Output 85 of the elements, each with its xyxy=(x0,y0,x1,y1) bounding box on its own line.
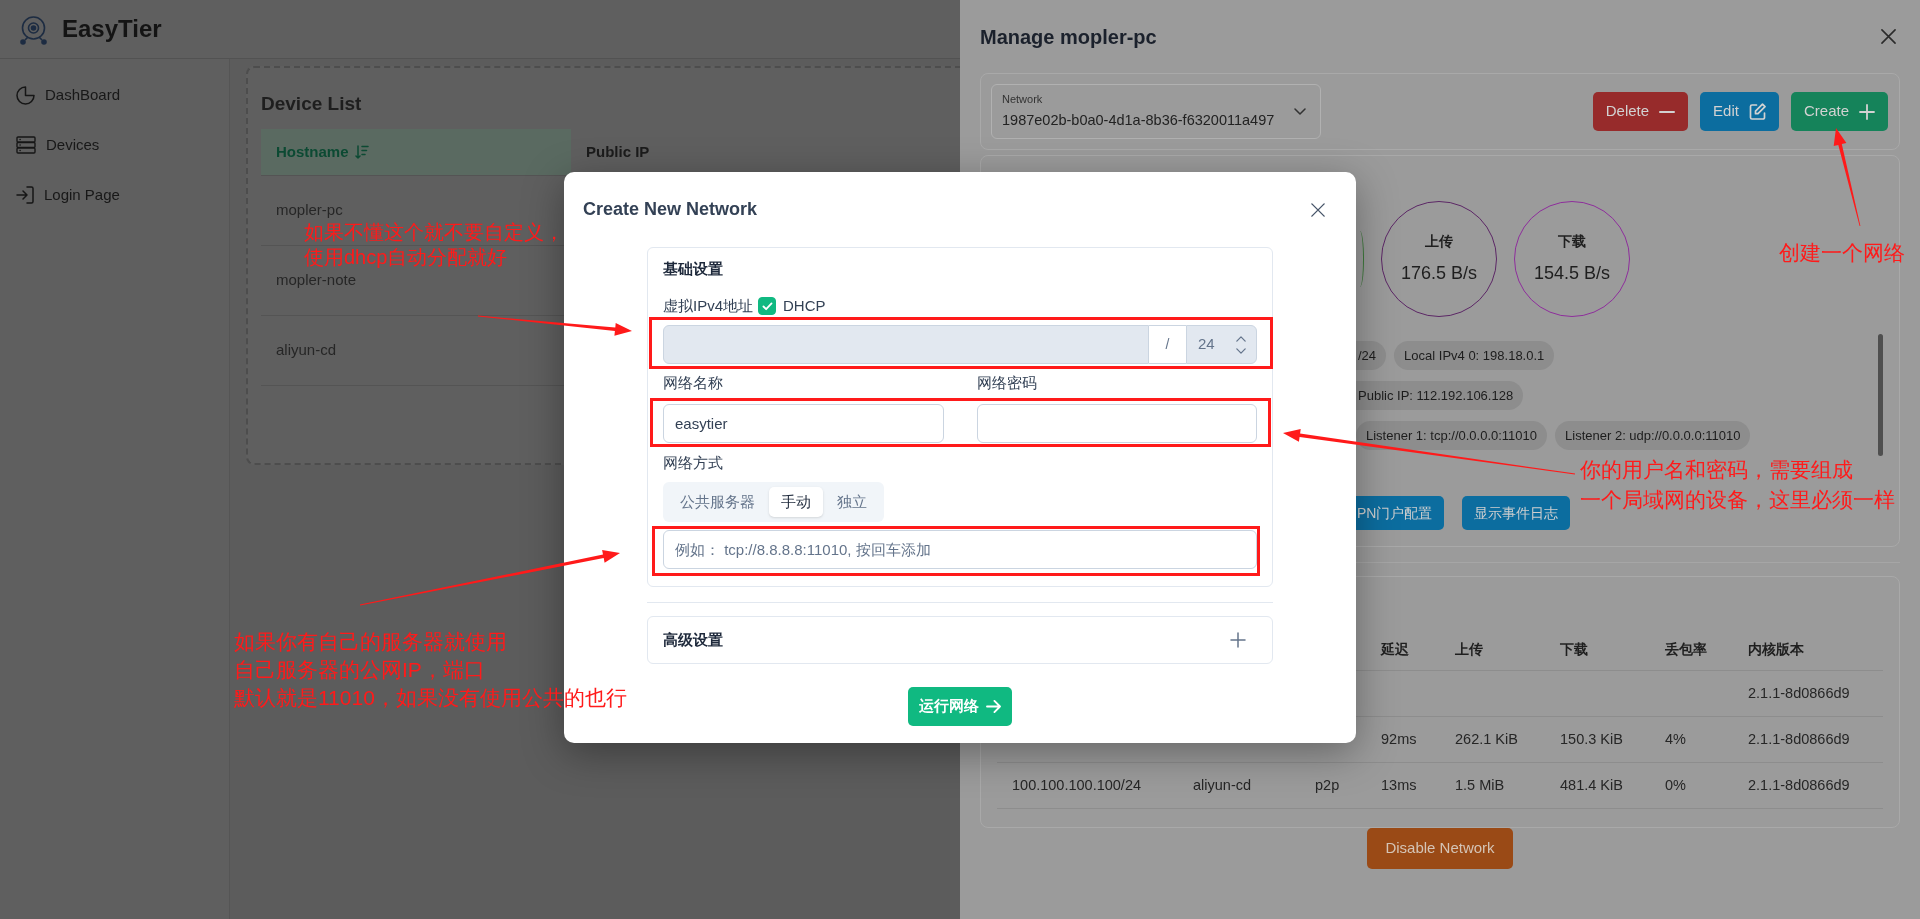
advanced-settings-toggle[interactable]: 高级设置 xyxy=(647,616,1273,664)
field-label: 网络方式 xyxy=(663,454,724,472)
logo-icon xyxy=(18,13,49,45)
prefix-separator: / xyxy=(1149,325,1186,364)
table-cell-text: 2.1.1-8d0866d9 xyxy=(1747,729,1851,749)
table-cell-text: 0% xyxy=(1664,775,1687,795)
network-select[interactable]: Network 1987e02b-b0a0-4d1a-8b36-f6320011a497 xyxy=(991,84,1321,139)
chevron-down-icon[interactable] xyxy=(1236,347,1246,354)
field-label: 网络名称 xyxy=(663,374,724,392)
scrollbar-thumb[interactable] xyxy=(1878,334,1883,456)
field-label: 网络密码 xyxy=(976,374,1038,392)
column-header: 延迟 xyxy=(1379,640,1410,659)
table-cell-text: aliyun-cd xyxy=(1192,775,1253,795)
section-title: 基础设置 xyxy=(663,259,724,279)
table-cell-text: p2p xyxy=(1314,775,1341,795)
table-cell-text: 92ms xyxy=(1380,729,1418,749)
app-title: EasyTier xyxy=(62,14,162,44)
info-chip: Local IPv4 0: 198.18.0.1 xyxy=(1394,341,1555,370)
network-secret-field[interactable] xyxy=(976,404,1257,443)
dhcp-checkbox[interactable] xyxy=(758,297,776,315)
table-cell-text: mopler-pc xyxy=(275,200,344,221)
column-header: 下载 xyxy=(1559,640,1589,659)
sidebar-item[interactable]: Devices xyxy=(12,125,217,165)
stat-label: 上传 xyxy=(1425,232,1453,251)
pie-chart-icon xyxy=(16,85,35,105)
annotation-note: 如果你有自己的服务器就使用 自己服务器的公网IP，端口 默认就是11010，如果没有使用公共的也行 xyxy=(234,629,627,711)
annotation-note: 如果不懂这个就不要自定义， 使用dhcp自动分配就好 xyxy=(304,220,564,270)
sidebar-item[interactable]: Login Page xyxy=(12,175,217,215)
info-chip: /24 xyxy=(1356,341,1387,370)
sort-icon xyxy=(354,145,369,159)
chevron-down-icon xyxy=(1294,108,1306,115)
mode-tab[interactable]: 独立 xyxy=(825,487,879,517)
event-log-button[interactable]: 显示事件日志 xyxy=(1462,496,1571,530)
table-cell-text: 13ms xyxy=(1380,775,1418,795)
select-label: Network xyxy=(1002,92,1044,106)
portal-config-button[interactable]: PN门户配置 xyxy=(1356,496,1445,530)
column-header: 丢包率 xyxy=(1664,640,1708,659)
plus-icon xyxy=(1230,632,1246,648)
info-chip: Public IP: 112.192.106.128 xyxy=(1356,381,1524,410)
disable-network-button[interactable]: Disable Network xyxy=(1367,828,1513,869)
close-icon xyxy=(1880,29,1896,44)
table-cell-text: 4% xyxy=(1664,729,1687,749)
column-header[interactable]: Public IP xyxy=(571,129,960,175)
table-cell-text: aliyun-cd xyxy=(275,340,338,361)
plus-icon xyxy=(1859,103,1875,120)
table-cell-text: 262.1 KiB xyxy=(1454,729,1519,749)
annotation-note: 创建一个网络 xyxy=(1779,240,1905,266)
sidebar-item[interactable]: DashBoard xyxy=(12,75,217,115)
info-chip: Listener 2: udp://0.0.0.0:11010 xyxy=(1555,421,1751,450)
mode-tab[interactable]: 公共服务器 xyxy=(668,487,767,517)
info-chip: Listener 1: tcp://0.0.0.0:11010 xyxy=(1356,421,1548,450)
annotation-note: 你的用户名和密码，需要组成 一个局域网的设备，这里必须一样 xyxy=(1580,457,1895,513)
close-icon xyxy=(1311,202,1325,217)
server-icon xyxy=(16,136,36,154)
stat-value: 176.5 B/s xyxy=(1400,262,1478,285)
mode-tab[interactable]: 手动 xyxy=(769,487,823,517)
table-cell-text: 150.3 KiB xyxy=(1559,729,1624,749)
minus-icon xyxy=(1659,110,1676,113)
network-name-field[interactable]: easytier xyxy=(663,404,944,443)
column-header: 内核版本 xyxy=(1747,640,1805,659)
chevron-up-icon[interactable] xyxy=(1236,335,1246,342)
edit-icon xyxy=(1748,103,1766,120)
checkbox-label: DHCP xyxy=(783,295,826,316)
check-icon xyxy=(761,301,773,311)
field-label: 虚拟IPv4地址 xyxy=(663,295,753,316)
login-icon xyxy=(16,186,34,204)
device-list-title: Device List xyxy=(261,92,363,116)
arrow-right-icon xyxy=(986,700,1001,713)
dialog-title: Create New Network xyxy=(583,198,758,221)
delete-button[interactable]: Delete xyxy=(1592,92,1689,131)
drawer-title: Manage mopler-pc xyxy=(980,24,1157,50)
table-cell-text: 481.4 KiB xyxy=(1559,775,1624,795)
table-cell-text: mopler-note xyxy=(275,270,358,291)
create-button[interactable]: Create xyxy=(1790,92,1888,131)
edit-button[interactable]: Edit xyxy=(1700,92,1779,131)
column-header: 上传 xyxy=(1454,640,1484,659)
table-cell-text: 100.100.100.100/24 xyxy=(1011,775,1142,795)
stat-value: 154.5 B/s xyxy=(1533,262,1611,285)
stat-label: 下载 xyxy=(1558,232,1586,251)
table-cell-text: 2.1.1-8d0866d9 xyxy=(1747,775,1851,795)
table-cell-text: 2.1.1-8d0866d9 xyxy=(1747,683,1851,703)
table-cell-text: 1.5 MiB xyxy=(1454,775,1506,795)
prefix-field[interactable]: 24 xyxy=(1186,325,1257,364)
run-network-button[interactable]: 运行网络 xyxy=(908,687,1012,726)
select-value: 1987e02b-b0a0-4d1a-8b36-f6320011a497 xyxy=(1002,111,1275,130)
